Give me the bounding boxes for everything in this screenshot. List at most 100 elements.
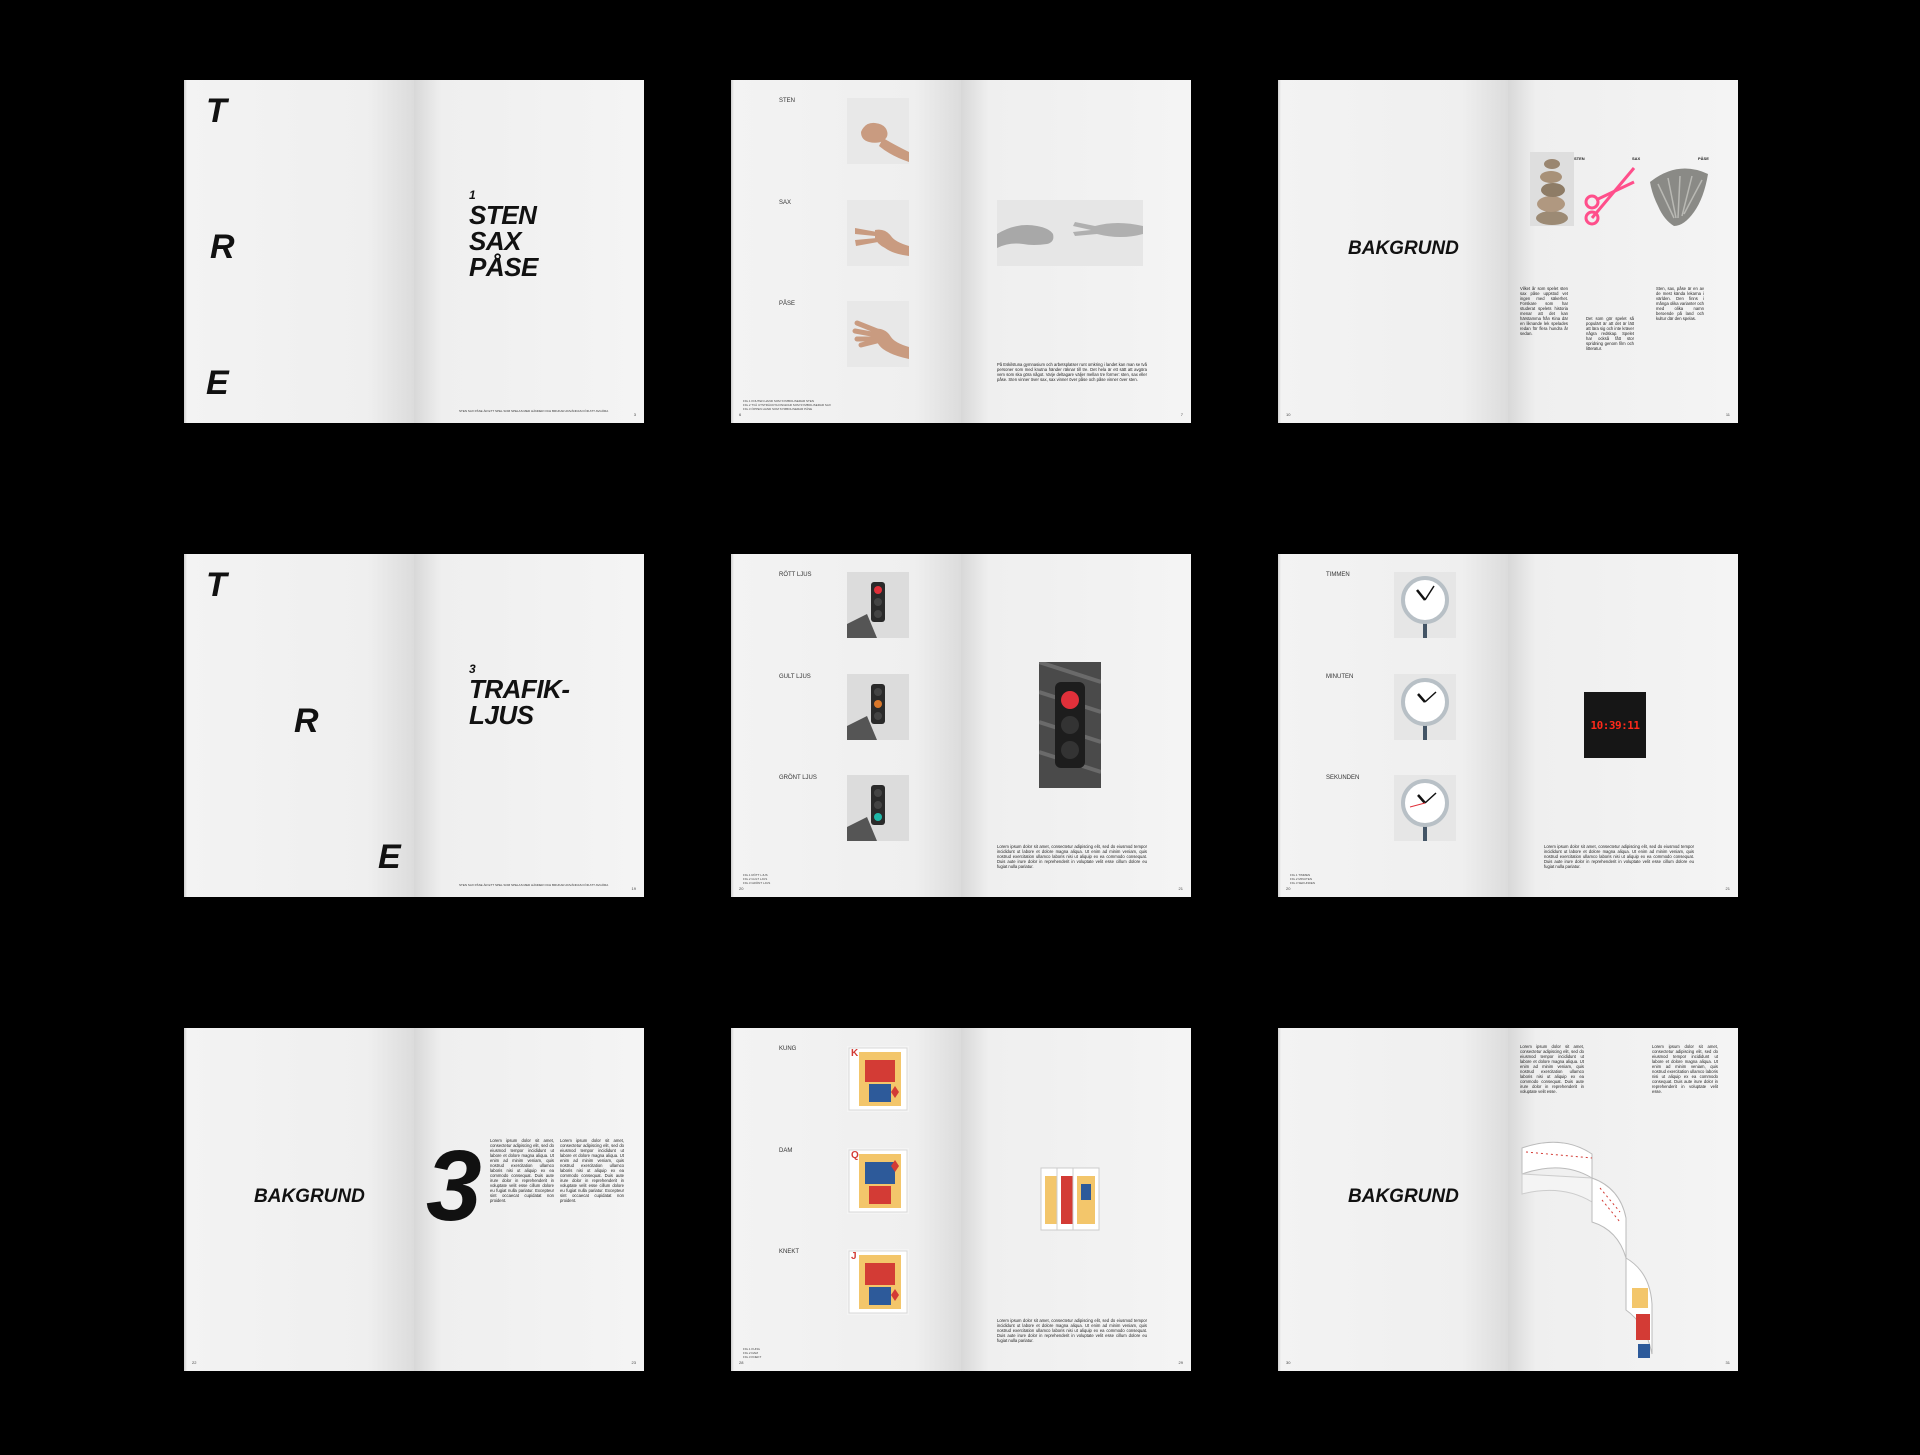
page-number: 30 [1286,1360,1291,1365]
page-right: 3 TRAFIK- LJUS STEN SAX PÅSE ÄR ETT SPEL… [414,554,644,897]
caption-sekunden: SEKUNDEN [1326,775,1360,781]
caption-minuten: MINUTEN [1326,674,1354,680]
spread-kort-images: KUNG K DAM Q KNEKT J FIG.1 KUNG FIG.2 DA… [731,1028,1191,1371]
label-sax: SAX [1632,156,1641,161]
page-number: 7 [1180,412,1183,417]
chapter-line: LJUS [469,700,534,730]
spread-sten-sax-pase-title: T R E 1 STEN SAX PÅSE STEN SAX PÅSE ÄR E… [184,80,644,423]
bag-icon [1650,168,1708,226]
card-rank: Q [851,1150,859,1161]
king-card-image: K [847,1046,909,1112]
digital-clock-photo: 10:39:11 [1584,692,1646,758]
body-column: Vilket år som spelet sten sax påse uppst… [1520,286,1568,336]
spread-bakgrund-kort: BAKGRUND 30 Lorem ipsum dolor sit amet, … [1278,1028,1738,1371]
body-paragraph: Lorem ipsum dolor sit amet, consectetur … [997,1318,1147,1343]
figure-caption-list: FIG.1 RÖTT LJUS FIG.2 GULT LJUS FIG.3 GR… [743,873,943,885]
playing-card-icon [1040,1167,1100,1231]
fist-hand-icon [847,98,909,164]
open-hand-icon [847,301,909,367]
page-number: 31 [1725,1360,1730,1365]
page-number: 21 [1725,886,1730,891]
traffic-light-red-image [847,572,909,638]
traffic-light-icon [847,775,909,841]
page-left: BAKGRUND 10 [1278,80,1508,423]
traffic-light-icon [1038,660,1102,788]
fist-vs-scissors-icon [997,222,1143,248]
page-right: Lorem ipsum dolor sit amet, consectetur … [961,554,1191,897]
clock-icon [1394,674,1456,740]
card-rank: K [851,1048,859,1059]
page-left: BAKGRUND 22 [184,1028,414,1371]
page-number: 28 [739,1360,744,1365]
caption-timmen: TIMMEN [1326,572,1350,578]
spread-sten-sax-pase-hands: STEN SAX PÅSE FIG.1 KNUTEN HAND SOM SYMB… [731,80,1191,423]
page-number: 20 [739,886,744,891]
caption-kung: KUNG [779,1046,797,1052]
body-column: Lorem ipsum dolor sit amet, consectetur … [560,1138,624,1203]
letter-e: E [206,364,229,402]
body-column: Det som gör spelet så populärt är att de… [1586,316,1634,351]
letter-e: E [378,838,401,876]
chapter-line: PÅSE [469,252,538,282]
page-left: TIMMEN MINUTEN SEKUNDEN FIG.1 TIMMEN FIG… [1278,554,1508,897]
figure-caption: FIG.3 GRÖNT LJUS [743,881,771,885]
scissors-hand-icon [847,200,909,266]
page-number: 22 [192,1360,197,1365]
page-number: 23 [631,1360,636,1365]
figure-caption: FIG.3 SEKUNDEN [1290,881,1316,885]
bag-image [1646,164,1710,226]
clock-second-image [1394,775,1456,841]
traffic-light-icon [847,572,909,638]
rock-stack-image [1530,152,1574,226]
page-number: 10 [1286,412,1291,417]
page-left: KUNG K DAM Q KNEKT J FIG.1 KUNG FIG.2 DA… [731,1028,961,1371]
figure-caption-list: FIG.1 TIMMEN FIG.2 MINUTEN FIG.3 SEKUNDE… [1290,873,1490,885]
fist-hand-image [847,98,909,164]
card-arc-image [1520,1138,1670,1363]
page-left: T R E [184,80,414,423]
page-right: Lorem ipsum dolor sit amet, consectetur … [961,1028,1191,1371]
digital-clock-time: 10:39:11 [1590,718,1640,732]
body-paragraph: På Eskilstuna gymnasium och arbetsplatse… [997,362,1147,382]
chapter-footer: STEN SAX PÅSE ÄR ETT SPEL SOM SPELAS MED… [459,883,609,887]
page-number: 19 [631,886,636,891]
page-right: Lorem ipsum dolor sit amet, consectetur … [1508,1028,1738,1371]
page-left: BAKGRUND 30 [1278,1028,1508,1371]
page-number: 3 [633,412,636,417]
chapter-heading: 3 TRAFIK- LJUS [469,662,570,730]
clock-icon [1394,572,1456,638]
open-hand-image [847,301,909,367]
card-rank: J [851,1251,857,1262]
page-number: 29 [1178,1360,1183,1365]
caption-sax: SAX [779,200,792,206]
chapter-line: TRAFIK- [469,674,570,704]
figure-caption-list: FIG.1 KNUTEN HAND SOM SYMBOLISERAR STEN … [743,399,943,411]
page-right: STEN SAX PÅSE Vilket år som spelet sten … [1508,80,1738,423]
caption-pase: PÅSE [779,301,796,307]
spread-bakgrund-sten-sax-pase: BAKGRUND 10 STEN SAX PÅSE Vilket år som … [1278,80,1738,423]
caption-rott-ljus: RÖTT LJUS [779,572,812,578]
page-right: 1 STEN SAX PÅSE STEN SAX PÅSE ÄR ETT SPE… [414,80,644,423]
page-left: STEN SAX PÅSE FIG.1 KNUTEN HAND SOM SYMB… [731,80,961,423]
chapter-line: STEN [469,200,537,230]
page-right: På Eskilstuna gymnasium och arbetsplatse… [961,80,1191,423]
jack-card-image: J [847,1249,909,1315]
body-paragraph: Lorem ipsum dolor sit amet, consectetur … [997,844,1147,869]
scissors-image [1582,162,1638,226]
traffic-light-photo [1038,660,1102,788]
body-column: Sten, sax, påse är en av de mest kända l… [1656,286,1704,321]
spread-klockor-images: TIMMEN MINUTEN SEKUNDEN FIG.1 TIMMEN FIG… [1278,554,1738,897]
label-pase: PÅSE [1698,156,1709,161]
letter-r: R [210,228,235,266]
playing-card-icon [1521,1141,1653,1358]
label-sten: STEN [1574,156,1585,161]
body-column: Lorem ipsum dolor sit amet, consectetur … [1520,1044,1584,1094]
letter-r: R [294,702,319,740]
chapter-footer: STEN SAX PÅSE ÄR ETT SPEL SOM SPELAS MED… [459,409,609,413]
traffic-light-green-image [847,775,909,841]
traffic-light-icon [847,674,909,740]
section-title: BAKGRUND [1348,1186,1459,1207]
page-number: 20 [1286,886,1291,891]
caption-dam: DAM [779,1148,793,1154]
body-column: Lorem ipsum dolor sit amet, consectetur … [490,1138,554,1203]
